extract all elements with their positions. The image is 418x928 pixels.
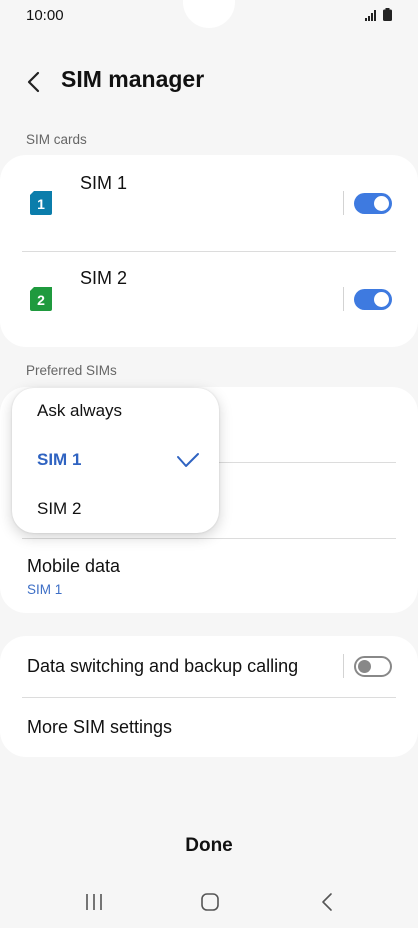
section-label-preferred-sims: Preferred SIMs [26, 363, 117, 378]
popup-option-label: Ask always [37, 401, 123, 420]
more-sim-settings-label: More SIM settings [27, 717, 173, 737]
mobile-data-label: Mobile data [27, 556, 121, 576]
back-button[interactable] [22, 68, 48, 96]
sim-card-icon: 2 [30, 287, 52, 311]
section-label-sim-cards: SIM cards [26, 132, 87, 147]
data-switching-row[interactable]: Data switching and backup calling [0, 636, 418, 696]
toggle-knob [358, 660, 371, 673]
sim-cards-card: 1 SIM 1 2 SIM 2 [0, 155, 418, 347]
done-button[interactable]: Done [150, 828, 268, 864]
popup-option-sim-1[interactable]: SIM 1 [12, 437, 219, 486]
home-icon [201, 893, 219, 911]
sim-name: SIM 1 [80, 173, 128, 193]
vertical-divider [343, 654, 344, 678]
more-sim-settings-row[interactable]: More SIM settings [0, 698, 418, 757]
camera-notch [183, 0, 235, 28]
status-time: 10:00 [26, 7, 64, 24]
battery-icon [383, 8, 392, 26]
home-button[interactable] [195, 890, 225, 914]
sim-row-2[interactable]: 2 SIM 2 [0, 252, 418, 346]
popup-option-label: SIM 2 [37, 499, 82, 518]
status-icons [365, 8, 392, 26]
popup-option-ask-always[interactable]: Ask always [12, 388, 219, 437]
vertical-divider [343, 287, 344, 311]
sim-name: SIM 2 [80, 268, 128, 288]
sim-card-icon: 1 [30, 191, 52, 215]
svg-text:1: 1 [37, 196, 45, 212]
mobile-data-row[interactable]: Mobile data SIM 1 [0, 539, 418, 613]
popup-option-label: SIM 1 [37, 450, 82, 469]
vertical-divider [343, 191, 344, 215]
recent-apps-button[interactable] [79, 890, 109, 914]
chevron-left-icon [322, 893, 332, 911]
navigation-bar [0, 880, 418, 924]
toggle-knob [374, 292, 389, 307]
sim-1-toggle[interactable] [354, 193, 392, 214]
toggle-knob [374, 196, 389, 211]
sim-select-popup: Ask always SIM 1 SIM 2 [12, 388, 219, 533]
data-switching-toggle[interactable] [354, 656, 392, 677]
popup-option-sim-2[interactable]: SIM 2 [12, 486, 219, 535]
back-nav-button[interactable] [313, 890, 343, 914]
sim-row-1[interactable]: 1 SIM 1 [0, 155, 418, 249]
recent-apps-icon [86, 894, 102, 910]
sim-2-toggle[interactable] [354, 289, 392, 310]
svg-text:2: 2 [37, 292, 45, 308]
chevron-left-icon [27, 71, 40, 93]
signal-icon [365, 8, 379, 26]
header: SIM manager [0, 60, 418, 104]
mobile-data-value: SIM 1 [27, 582, 63, 597]
page-title: SIM manager [61, 66, 205, 92]
status-bar: 10:00 [0, 0, 418, 34]
more-settings-card: Data switching and backup calling More S… [0, 636, 418, 757]
data-switching-label: Data switching and backup calling [27, 656, 299, 676]
check-icon [176, 451, 200, 471]
